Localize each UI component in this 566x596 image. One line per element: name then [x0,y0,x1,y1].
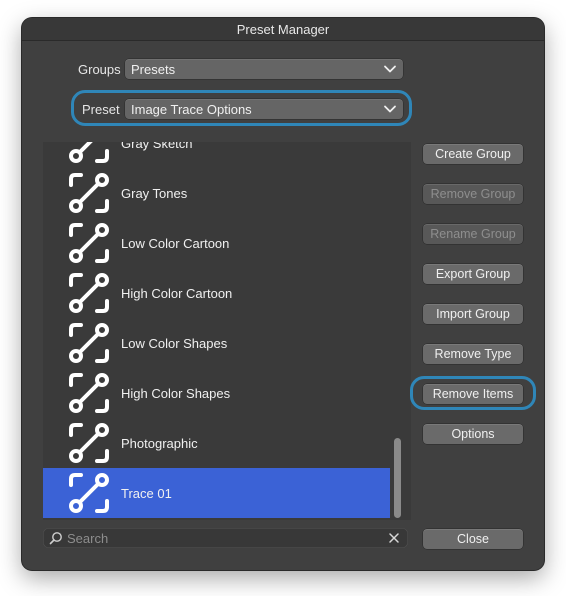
list-item[interactable]: High Color Cartoon [43,268,391,318]
title-bar: Preset Manager [22,18,544,41]
clear-icon[interactable] [388,532,400,544]
trace-preset-icon [69,273,109,313]
export-group-button[interactable]: Export Group [423,264,523,284]
list-item-label: High Color Shapes [121,385,231,401]
search-field[interactable]: Search [43,528,408,548]
list-item[interactable]: Low Color Shapes [43,318,391,368]
groups-select-value: Presets [131,61,176,77]
list-item-label: Gray Sketch [121,142,193,151]
groups-label: Groups [78,62,121,77]
list-item[interactable]: Photographic [43,418,391,468]
trace-preset-icon [69,142,109,163]
list-item[interactable]: Gray Sketch [43,142,391,168]
remove-type-button[interactable]: Remove Type [423,344,523,364]
list-item-selected[interactable]: Trace 01 [43,468,391,518]
create-group-button[interactable]: Create Group [423,144,523,164]
chevron-down-icon [384,105,396,113]
list-item[interactable]: Gray Tones [43,168,391,218]
list-item-label: Trace 01 [121,485,172,501]
chevron-down-icon [384,65,396,73]
preset-label: Preset [82,102,120,117]
list-item-label: Photographic [121,435,198,451]
preset-list[interactable]: Gray Sketch Gray Tones Low Color Cartoon [43,142,411,520]
list-item[interactable]: High Color Shapes [43,368,391,418]
search-placeholder: Search [67,531,109,546]
trace-preset-icon [69,223,109,263]
options-button[interactable]: Options [423,424,523,444]
trace-preset-icon [69,173,109,213]
rename-group-button[interactable]: Rename Group [423,224,523,244]
search-icon [49,532,62,545]
preset-manager-dialog: Preset Manager Groups Presets Preset Ima… [22,18,544,570]
remove-items-button[interactable]: Remove Items [423,384,523,404]
window-title: Preset Manager [236,21,330,37]
trace-preset-icon [69,423,109,463]
list-item-label: Low Color Cartoon [121,235,230,251]
list-scrollbar-thumb[interactable] [394,438,401,518]
list-item-label: High Color Cartoon [121,285,233,301]
list-item-label: Gray Tones [121,185,188,201]
list-item[interactable]: Low Color Cartoon [43,218,391,268]
groups-select[interactable]: Presets [125,59,403,79]
close-button[interactable]: Close [423,529,523,549]
trace-preset-icon [69,323,109,363]
list-item-label: Low Color Shapes [121,335,228,351]
trace-preset-icon [69,473,109,513]
trace-preset-icon [69,373,109,413]
preset-select[interactable]: Image Trace Options [125,99,403,119]
remove-group-button[interactable]: Remove Group [423,184,523,204]
import-group-button[interactable]: Import Group [423,304,523,324]
preset-select-value: Image Trace Options [131,101,252,117]
